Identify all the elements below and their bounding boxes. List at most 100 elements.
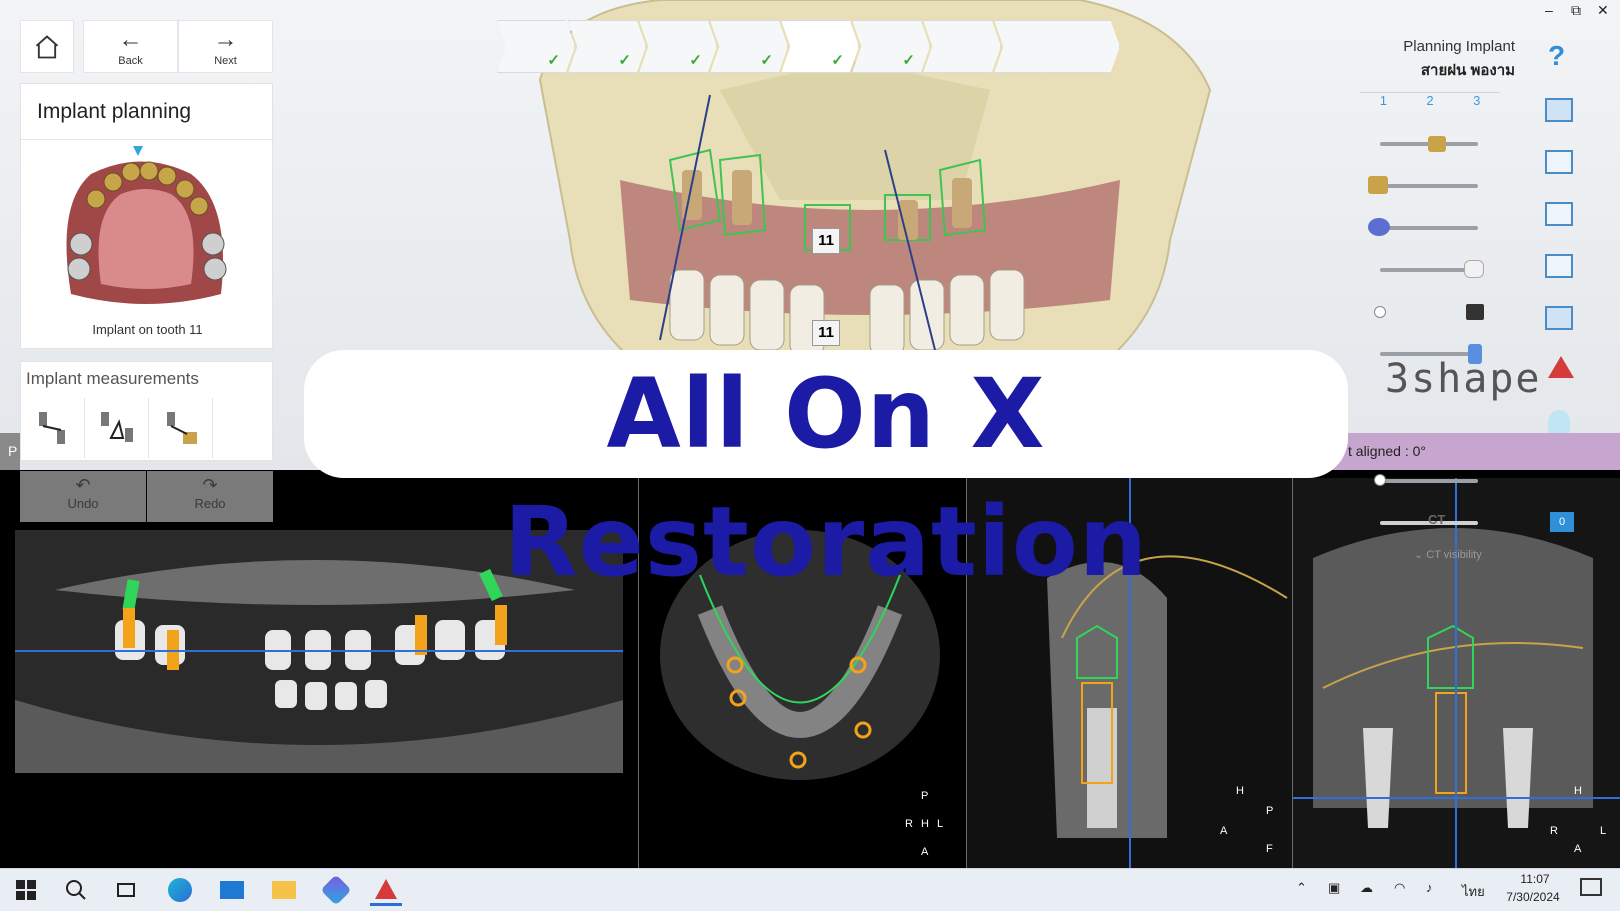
arrow-left-icon: ←	[118, 26, 143, 53]
minimize-button[interactable]: –	[1545, 2, 1553, 18]
orientation-bottom: F	[1266, 843, 1273, 855]
3shape-app-icon	[375, 878, 397, 899]
tooth-label-upper[interactable]: 11	[812, 228, 840, 254]
view-bottom-icon[interactable]	[1545, 306, 1573, 330]
distance-measure-icon	[39, 412, 65, 444]
undo-label: Undo	[67, 496, 99, 511]
start-button[interactable]	[10, 874, 42, 906]
left-status-strip: P	[0, 433, 20, 471]
home-button[interactable]	[20, 20, 74, 73]
bone-measure-button[interactable]	[149, 398, 213, 458]
notification-icon[interactable]	[1580, 878, 1602, 896]
tab-strip: 1 2 3	[1360, 92, 1500, 116]
onedrive-icon[interactable]: ☁	[1360, 880, 1373, 896]
tooth-label-lower[interactable]: 11	[812, 320, 840, 346]
back-button[interactable]: ← Back	[83, 20, 178, 73]
distance-measure-button[interactable]	[21, 398, 85, 458]
restore-button[interactable]: ⧉	[1571, 2, 1581, 19]
explorer-taskbar-button[interactable]	[268, 874, 300, 906]
meet-icon[interactable]: ▣	[1328, 880, 1340, 896]
view-left-icon[interactable]	[1545, 150, 1573, 174]
windows-icon	[16, 880, 36, 900]
threshold-slider[interactable]	[1380, 479, 1478, 483]
arch-thumbnail[interactable]	[51, 144, 241, 319]
edge-taskbar-button[interactable]	[164, 874, 196, 906]
orientation-right: L	[1600, 825, 1607, 837]
alignment-status-bar: t aligned : 0°	[1300, 433, 1620, 471]
check-icon: ✓	[618, 52, 631, 69]
orientation-top: P	[921, 790, 929, 802]
3shape-taskbar-button[interactable]	[370, 874, 402, 906]
overlay-title: All On X Restoration	[503, 358, 1149, 598]
task-view-button[interactable]	[110, 874, 142, 906]
mail-icon	[220, 881, 244, 899]
abutment-icon	[1428, 136, 1446, 152]
view-top-icon[interactable]	[1545, 254, 1573, 278]
workflow-step-guide-design[interactable]	[923, 20, 1001, 73]
home-icon	[35, 35, 59, 59]
gingiva-visibility-slider[interactable]	[1380, 226, 1478, 230]
orientation-left: R	[1550, 825, 1558, 837]
tooth-library-icon[interactable]	[1548, 410, 1570, 434]
crown-icon	[1368, 176, 1388, 194]
language-indicator[interactable]: ไทย	[1462, 881, 1485, 902]
thumbnail-caption: Implant on tooth 11	[92, 322, 203, 337]
search-button[interactable]	[60, 874, 92, 906]
mail-taskbar-button[interactable]	[216, 874, 248, 906]
tab-2[interactable]: 2	[1407, 93, 1454, 116]
workflow-step-prescription[interactable]: ✓	[497, 20, 575, 73]
left-status-text: P	[8, 443, 18, 459]
redo-button[interactable]: ↷ Redo	[147, 471, 273, 522]
workflow-step-review[interactable]: ✓	[852, 20, 930, 73]
brand-logo: 3shape	[1385, 356, 1542, 402]
next-button[interactable]: → Next	[178, 20, 273, 73]
folder-icon	[272, 881, 296, 899]
measurements-title: Implant measurements	[26, 369, 199, 388]
clock-date[interactable]: 7/30/2024	[1498, 890, 1568, 904]
check-icon: ✓	[902, 52, 915, 69]
workflow-step-manufacture[interactable]	[1040, 20, 1120, 73]
ct-visibility-toggle[interactable]: ⌄ CT visibility	[1414, 548, 1482, 561]
bone-measure-icon	[167, 412, 197, 444]
ct-label: CT	[1428, 512, 1446, 527]
sleeve-visibility-toggle[interactable]	[1374, 306, 1386, 318]
sleeve-icon	[1466, 304, 1484, 320]
workflow-step-scan[interactable]: ✓	[568, 20, 646, 73]
check-icon: ✓	[760, 52, 773, 69]
patient-name: สายฝน พองาม	[1420, 62, 1515, 79]
workflow-step-alignment[interactable]: ✓	[710, 20, 788, 73]
help-button[interactable]: ?	[1548, 40, 1565, 72]
orientation-right: L	[937, 818, 944, 830]
redo-label: Redo	[194, 496, 226, 511]
view-front-icon[interactable]	[1545, 98, 1573, 122]
check-icon: ✓	[689, 52, 702, 69]
threshold-slider-handle[interactable]	[1374, 474, 1386, 486]
chevron-down-icon: ⌄	[1414, 549, 1424, 561]
workflow-step-implant-planning[interactable]: ✓	[781, 20, 859, 73]
edge-icon	[168, 878, 192, 902]
tab-1[interactable]: 1	[1360, 93, 1407, 116]
panel-title: Implant planning	[37, 100, 192, 123]
chevron-up-icon[interactable]: ⌃	[1296, 880, 1307, 896]
planning-title: Planning Implant	[1403, 38, 1515, 55]
angle-measure-button[interactable]	[85, 398, 149, 458]
view-right-icon[interactable]	[1545, 202, 1573, 226]
workflow-step-segmentation[interactable]: ✓	[639, 20, 717, 73]
copilot-taskbar-button[interactable]	[320, 874, 352, 906]
task-view-icon	[117, 883, 135, 897]
next-label: Next	[214, 55, 237, 67]
close-button[interactable]: ✕	[1597, 2, 1609, 19]
wifi-icon[interactable]: ◠	[1394, 880, 1405, 896]
search-icon	[66, 880, 86, 900]
clock-time[interactable]: 11:07	[1505, 872, 1565, 886]
implant-measurements-panel: Implant measurements	[20, 361, 273, 461]
volume-icon[interactable]: ♪	[1426, 880, 1433, 895]
counter-badge[interactable]: 0	[1550, 512, 1574, 532]
crown-visibility-slider[interactable]	[1380, 184, 1478, 188]
orientation-bottom: A	[1574, 843, 1582, 855]
undo-button[interactable]: ↶ Undo	[20, 471, 146, 522]
tab-3[interactable]: 3	[1453, 93, 1500, 116]
back-label: Back	[118, 55, 143, 67]
sagittal-orientation-widget: H P A F	[1220, 785, 1280, 855]
axial-orientation-widget: P R H L A	[905, 790, 945, 860]
